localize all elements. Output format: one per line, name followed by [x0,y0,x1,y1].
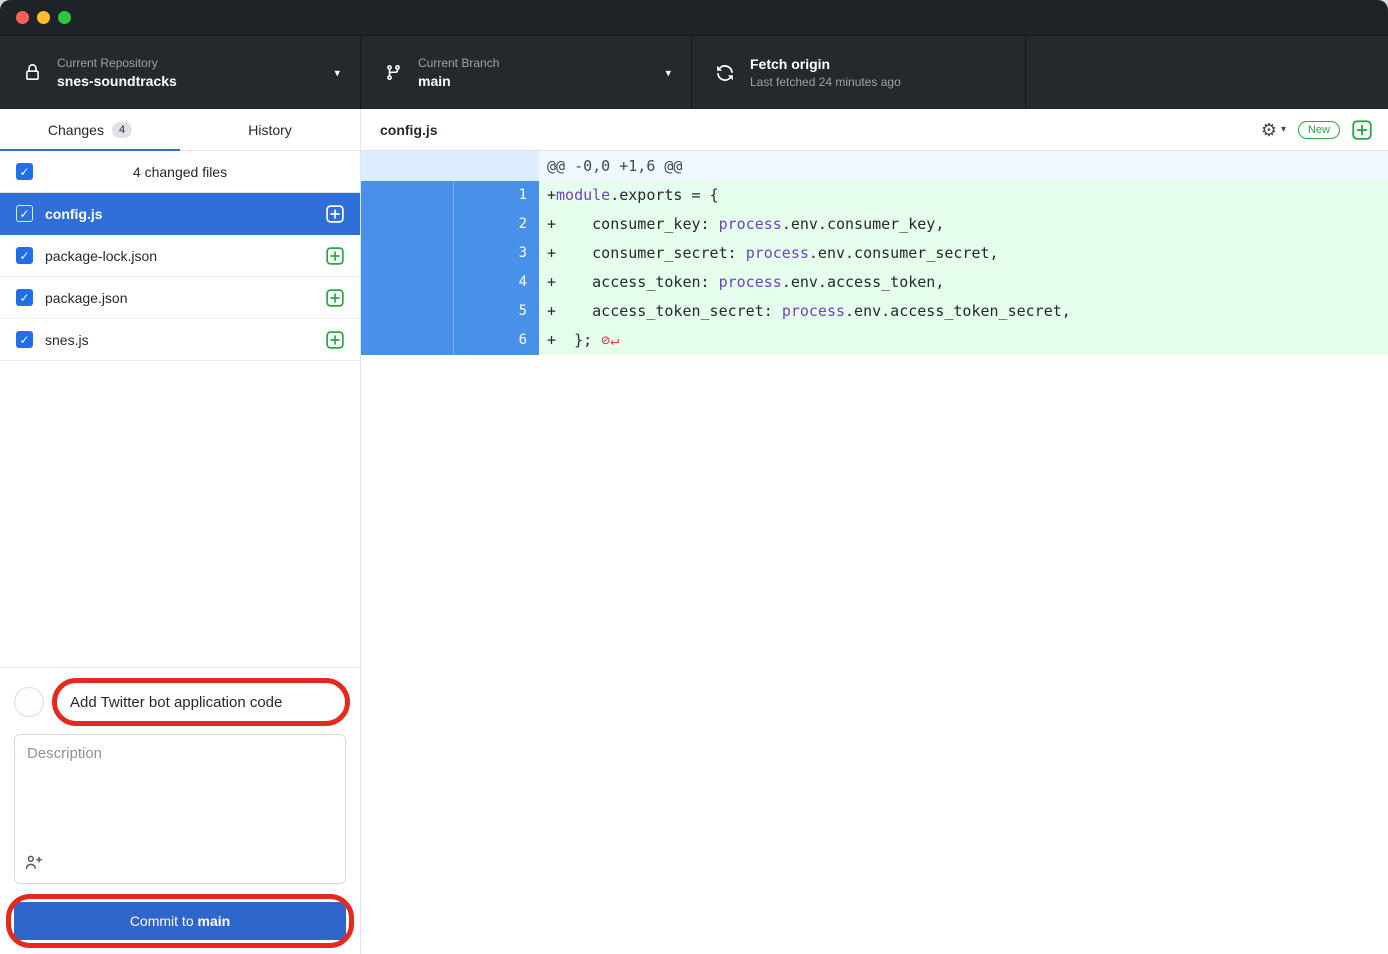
tab-history-label: History [248,122,292,138]
diff-lines: 1+module.exports = {2+ consumer_key: pro… [361,181,1388,355]
hunk-header-text: @@ -0,0 +1,6 @@ [539,151,682,181]
changed-files-header: ✓ 4 changed files [0,151,360,193]
current-branch-value: main [418,73,499,89]
file-name: package.json [45,290,326,306]
fetch-origin-button[interactable]: Fetch origin Last fetched 24 minutes ago [692,36,1026,109]
file-name: config.js [45,206,326,222]
file-row-package-lock.json[interactable]: ✓ package-lock.json [0,235,360,277]
diff-code-text: + }; ⊘↵ [539,326,1388,355]
new-line-number[interactable]: 2 [453,210,539,239]
file-name: snes.js [45,332,326,348]
current-repository-label: Current Repository [57,56,177,70]
diff-file-name: config.js [380,122,438,138]
file-status-added-icon [326,289,344,307]
file-row-snes.js[interactable]: ✓ snes.js [0,319,360,361]
sidebar-tabs: Changes 4 History [0,109,360,151]
current-branch-label: Current Branch [418,56,499,70]
repository-lock-icon [24,64,41,81]
new-file-badge: New [1298,121,1340,139]
new-line-number[interactable]: 4 [453,268,539,297]
gear-icon: ⚙ [1261,121,1277,139]
diff-line-2[interactable]: 2+ consumer_key: process.env.consumer_ke… [361,210,1388,239]
changed-file-list: ✓ config.js ✓ package-lock.json ✓ package.jso… [0,193,360,361]
changes-count-badge: 4 [112,122,132,138]
file-include-checkbox[interactable]: ✓ [16,247,33,264]
diff-code-text: + consumer_secret: process.env.consumer_… [539,239,1388,268]
traffic-lights [16,11,71,24]
last-fetched-text: Last fetched 24 minutes ago [750,75,901,89]
current-repository-dropdown[interactable]: Current Repository snes-soundtracks ▾ [0,36,361,109]
add-coauthor-icon[interactable] [25,853,42,875]
commit-description-input[interactable] [27,745,333,845]
hunk-header-row: @@ -0,0 +1,6 @@ [361,151,1388,181]
diff-line-4[interactable]: 4+ access_token: process.env.access_toke… [361,268,1388,297]
changes-sidebar: Changes 4 History ✓ 4 changed files ✓ con… [0,109,361,954]
diff-code-text: + access_token: process.env.access_token… [539,268,1388,297]
minimize-window-button[interactable] [37,11,50,24]
close-window-button[interactable] [16,11,29,24]
select-all-checkbox[interactable]: ✓ [16,163,33,180]
diff-line-3[interactable]: 3+ consumer_secret: process.env.consumer… [361,239,1388,268]
zoom-window-button[interactable] [58,11,71,24]
commit-button-branch: main [198,913,231,929]
file-include-checkbox[interactable]: ✓ [16,205,33,222]
file-row-package.json[interactable]: ✓ package.json [0,277,360,319]
commit-button-prefix: Commit to [130,913,198,929]
toolbar: Current Repository snes-soundtracks ▾ Cu… [0,36,1388,109]
current-repository-value: snes-soundtracks [57,73,177,89]
fetch-origin-label: Fetch origin [750,56,901,72]
avatar [14,687,44,717]
old-line-gutter[interactable] [361,326,453,355]
diff-line-5[interactable]: 5+ access_token_secret: process.env.acce… [361,297,1388,326]
repository-caret-icon: ▾ [334,66,340,79]
git-branch-icon [385,64,402,81]
file-status-added-icon [326,331,344,349]
titlebar [0,0,1388,36]
old-line-gutter[interactable] [361,181,453,210]
old-line-gutter[interactable] [361,239,453,268]
changed-files-count: 4 changed files [133,164,227,180]
commit-description-box [14,734,346,884]
gear-caret-icon: ▾ [1281,124,1286,135]
new-line-number[interactable]: 6 [453,326,539,355]
new-line-number[interactable]: 3 [453,239,539,268]
app-window: Current Repository snes-soundtracks ▾ Cu… [0,0,1388,954]
file-status-added-icon [326,205,344,223]
file-name: package-lock.json [45,248,326,264]
current-branch-dropdown[interactable]: Current Branch main ▾ [361,36,692,109]
added-file-icon [1352,120,1372,140]
diff-file-header: config.js ⚙ ▾ New [361,109,1388,151]
commit-form: Commit to main [0,667,360,954]
commit-button[interactable]: Commit to main [14,902,346,940]
diff-code-text: +module.exports = { [539,181,1388,210]
file-include-checkbox[interactable]: ✓ [16,289,33,306]
commit-summary-input[interactable] [54,682,346,722]
diff-body: @@ -0,0 +1,6 @@ 1+module.exports = {2+ c… [361,151,1388,954]
new-line-number[interactable]: 5 [453,297,539,326]
diff-pane: config.js ⚙ ▾ New @@ -0,0 +1,6 @@ [361,109,1388,954]
new-line-number[interactable]: 1 [453,181,539,210]
branch-caret-icon: ▾ [665,66,671,79]
file-include-checkbox[interactable]: ✓ [16,331,33,348]
file-row-config.js[interactable]: ✓ config.js [0,193,360,235]
diff-line-6[interactable]: 6+ }; ⊘↵ [361,326,1388,355]
sync-icon [716,64,734,82]
tab-changes-label: Changes [48,122,104,138]
sidebar-empty-space [0,361,360,667]
old-line-gutter[interactable] [361,210,453,239]
diff-line-1[interactable]: 1+module.exports = { [361,181,1388,210]
tab-history[interactable]: History [180,109,360,150]
tab-changes[interactable]: Changes 4 [0,109,180,150]
diff-options-button[interactable]: ⚙ ▾ [1261,121,1286,139]
hunk-gutter [361,151,539,181]
diff-code-text: + access_token_secret: process.env.acces… [539,297,1388,326]
file-status-added-icon [326,247,344,265]
old-line-gutter[interactable] [361,268,453,297]
commit-summary-row [14,680,346,724]
commit-button-wrap: Commit to main [14,902,346,940]
old-line-gutter[interactable] [361,297,453,326]
diff-code-text: + consumer_key: process.env.consumer_key… [539,210,1388,239]
